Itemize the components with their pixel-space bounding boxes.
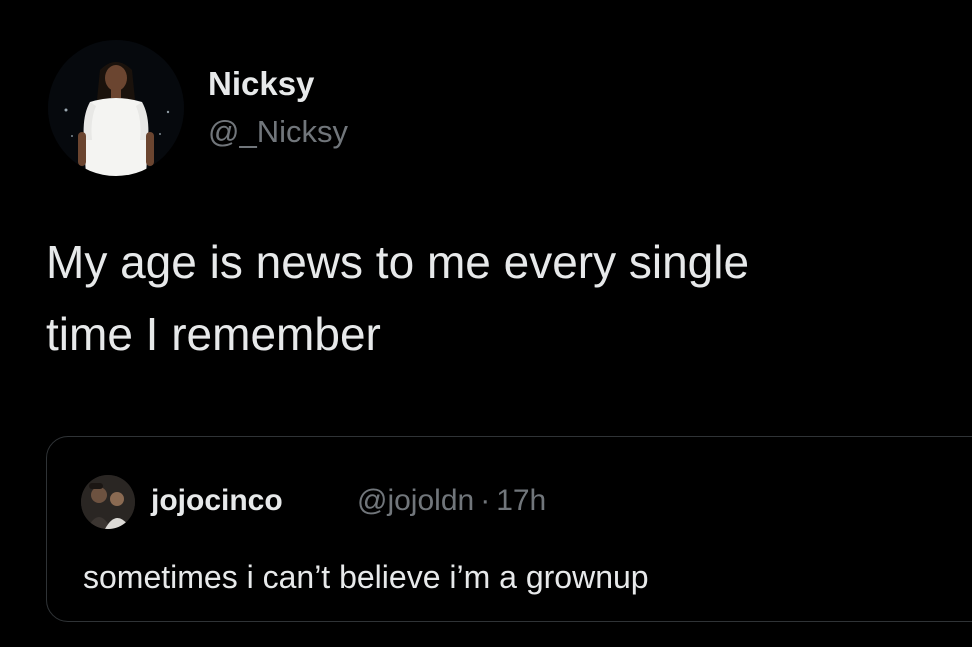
tweet-card: Nicksy @_Nicksy My age is news to me eve… [0, 0, 972, 647]
quoted-tweet[interactable]: jojocinco @jojoldn · 17h sometimes i can’t… [46, 436, 972, 622]
tweet-text-line: time I remember [46, 308, 381, 360]
quoted-author-handle[interactable]: @jojoldn [357, 484, 474, 517]
quoted-author-avatar-image [81, 475, 135, 529]
tweet-text-line: My age is news to me every single [46, 236, 750, 288]
quoted-timestamp[interactable]: 17h [496, 484, 546, 517]
meta-separator: · [480, 484, 491, 517]
author-handle[interactable]: @_Nicksy [208, 113, 348, 151]
author-avatar-image [48, 40, 184, 176]
author-display-name[interactable]: Nicksy [208, 64, 314, 104]
author-avatar[interactable] [48, 40, 184, 176]
quoted-author-display-name[interactable]: jojocinco [151, 483, 283, 519]
quoted-tweet-text: sometimes i can’t believe i’m a grownup [83, 559, 649, 595]
tweet-text: My age is news to me every single time I… [46, 226, 946, 370]
quoted-author-meta: @jojoldn · 17h [357, 483, 546, 519]
quoted-author-avatar[interactable] [81, 475, 135, 529]
